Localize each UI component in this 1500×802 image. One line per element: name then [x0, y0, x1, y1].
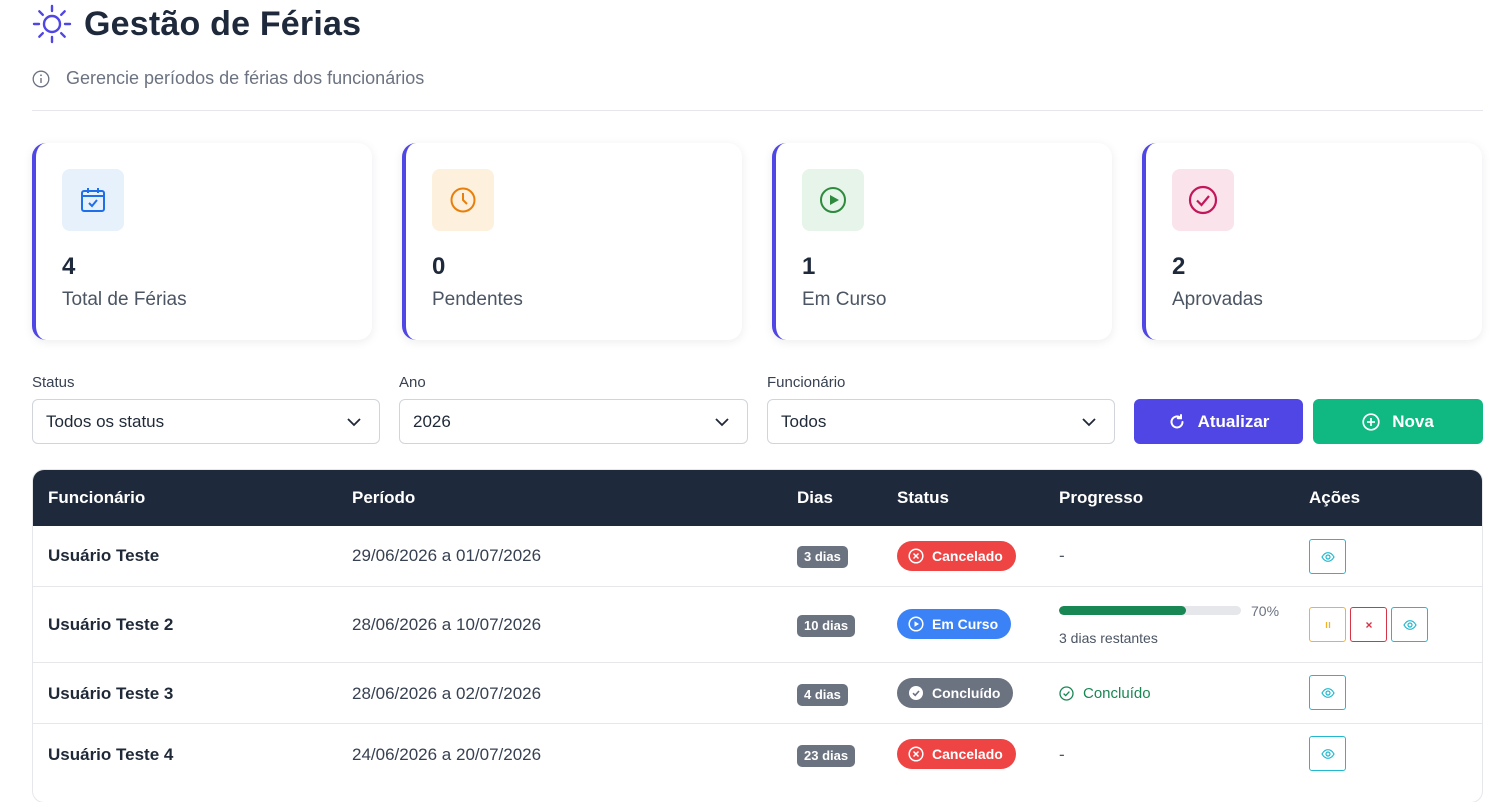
stat-label: Aprovadas: [1172, 289, 1263, 310]
calendar-check-icon: [62, 169, 124, 231]
chevron-down-icon: [347, 418, 361, 427]
x-circle-icon: [908, 746, 924, 762]
status-text: Cancelado: [932, 548, 1003, 564]
eye-icon: [1320, 687, 1335, 698]
table-row: Usuário Teste 29/06/2026 a 01/07/2026 3 …: [33, 526, 1482, 586]
employee-name: Usuário Teste 3: [48, 684, 174, 703]
check-circle-icon: [1059, 686, 1074, 701]
progress-bar-fill: [1059, 606, 1187, 615]
progress-text: -: [1059, 745, 1065, 764]
stat-value: 0: [432, 253, 446, 280]
check-circle-icon: [1172, 169, 1234, 231]
title-row: Gestão de Férias: [32, 4, 361, 44]
status-select-value: Todos os status: [46, 411, 165, 431]
column-header[interactable]: Período: [352, 488, 415, 508]
vacation-table: Funcionário Período Dias Status Progress…: [32, 469, 1483, 802]
progress-text: -: [1059, 546, 1065, 565]
progress-percent: 70%: [1251, 603, 1280, 619]
refresh-icon: [1170, 413, 1184, 428]
header-divider: [32, 110, 1483, 111]
eye-icon: [1320, 551, 1335, 562]
status-filter-label: Status: [32, 374, 75, 391]
employee-name: Usuário Teste 2: [48, 615, 174, 634]
employee-name: Usuário Teste 4: [48, 745, 174, 764]
page-subtitle: Gerencie períodos de férias dos funcioná…: [32, 68, 424, 89]
eye-icon: [1320, 748, 1335, 759]
year-select[interactable]: 2026: [399, 399, 748, 444]
year-filter-label: Ano: [399, 374, 426, 391]
period: 24/06/2026 a 20/07/2026: [352, 745, 542, 764]
info-icon: [32, 70, 50, 87]
play-circle-icon: [802, 169, 864, 231]
column-header[interactable]: Funcionário: [48, 488, 145, 508]
new-button-label: Nova: [1392, 411, 1434, 431]
table-row: Usuário Teste 3 28/06/2026 a 02/07/2026 …: [33, 662, 1482, 723]
employee-select-value: Todos: [781, 411, 827, 431]
stat-label: Em Curso: [802, 289, 887, 310]
employee-name: Usuário Teste: [48, 546, 160, 565]
status-text: Em Curso: [932, 616, 999, 632]
days-remaining: 3 dias restantes: [1059, 630, 1158, 646]
status-badge: Em Curso: [897, 609, 1012, 639]
pause-icon: [1325, 621, 1330, 628]
stat-label: Pendentes: [432, 289, 523, 310]
stat-card-in-progress: 1 Em Curso: [772, 143, 1112, 340]
refresh-button[interactable]: Atualizar: [1134, 399, 1303, 444]
clock-icon: [432, 169, 494, 231]
stat-card-total: 4 Total de Férias: [32, 143, 372, 340]
stat-card-pending: 0 Pendentes: [402, 143, 742, 340]
progress-bar: [1059, 606, 1241, 615]
table-row: Usuário Teste 2 28/06/2026 a 10/07/2026 …: [33, 586, 1482, 662]
year-select-value: 2026: [413, 411, 451, 431]
progress-completed: Concluído: [1059, 685, 1151, 702]
chevron-down-icon: [715, 418, 729, 427]
chevron-down-icon: [1082, 418, 1096, 427]
page-title: Gestão de Férias: [84, 4, 362, 43]
table-row: Usuário Teste 4 24/06/2026 a 20/07/2026 …: [33, 723, 1482, 802]
cancel-button[interactable]: [1350, 607, 1387, 642]
check-circle-icon: [909, 686, 923, 700]
period: 29/06/2026 a 01/07/2026: [352, 546, 542, 565]
employee-filter-label: Funcionário: [767, 374, 846, 391]
stat-value: 2: [1172, 253, 1186, 280]
days-badge: 10 dias: [797, 615, 856, 637]
stat-value: 4: [62, 253, 76, 280]
new-button[interactable]: Nova: [1313, 399, 1483, 444]
play-circle-icon: [908, 616, 924, 632]
column-header[interactable]: Status: [897, 488, 949, 508]
table-header: Funcionário Período Dias Status Progress…: [33, 470, 1482, 526]
status-text: Concluído: [932, 685, 1001, 701]
progress-text: Concluído: [1083, 685, 1151, 702]
days-badge: 23 dias: [797, 745, 856, 767]
column-header[interactable]: Progresso: [1059, 488, 1143, 508]
column-header: Ações: [1309, 488, 1361, 507]
employee-select[interactable]: Todos: [767, 399, 1115, 444]
close-icon: [1365, 621, 1372, 628]
view-button[interactable]: [1309, 736, 1346, 771]
status-select[interactable]: Todos os status: [32, 399, 380, 444]
status-badge: Concluído: [897, 678, 1014, 708]
sun-icon: [32, 4, 72, 44]
view-button[interactable]: [1309, 539, 1346, 574]
refresh-button-label: Atualizar: [1197, 411, 1270, 431]
stat-label: Total de Férias: [62, 289, 187, 310]
stat-card-approved: 2 Aprovadas: [1142, 143, 1482, 340]
period: 28/06/2026 a 10/07/2026: [352, 615, 542, 634]
view-button[interactable]: [1309, 675, 1346, 710]
days-badge: 3 dias: [797, 546, 848, 568]
pause-button[interactable]: [1309, 607, 1346, 642]
status-badge: Cancelado: [897, 739, 1016, 769]
status-badge: Cancelado: [897, 541, 1016, 571]
subtitle-text: Gerencie períodos de férias dos funcioná…: [66, 68, 425, 88]
view-button[interactable]: [1391, 607, 1428, 642]
period: 28/06/2026 a 02/07/2026: [352, 684, 542, 703]
column-header[interactable]: Dias: [797, 488, 833, 508]
status-text: Cancelado: [932, 746, 1003, 762]
stat-value: 1: [802, 253, 816, 280]
days-badge: 4 dias: [797, 684, 848, 706]
plus-circle-icon: [1362, 412, 1380, 431]
x-circle-icon: [908, 548, 924, 564]
eye-icon: [1402, 619, 1417, 630]
